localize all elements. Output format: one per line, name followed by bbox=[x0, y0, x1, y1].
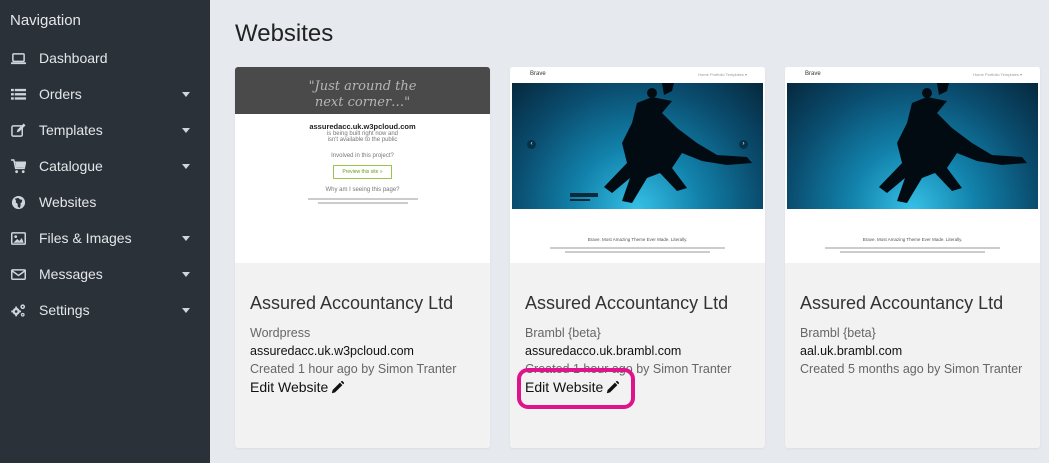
sidebar-item-label: Orders bbox=[39, 86, 82, 102]
sidebar-item-label: Websites bbox=[39, 194, 97, 210]
cart-icon bbox=[10, 158, 26, 174]
preview-nav: Home Portfolio Templates ▾ bbox=[973, 72, 1022, 77]
caret-down-icon bbox=[182, 164, 190, 169]
preview-header: Brave Home Portfolio Templates ▾ bbox=[785, 67, 1040, 83]
cogs-icon bbox=[10, 302, 26, 318]
preview-logo: Brave bbox=[530, 71, 546, 77]
sidebar: Navigation Dashboard Orders Templates Ca… bbox=[0, 0, 210, 463]
preview-text-placeholder bbox=[550, 245, 725, 255]
website-card: Brave Home Portfolio Templates ▾ Brave. … bbox=[785, 67, 1040, 448]
preview-hero-image: ‹ › bbox=[512, 83, 763, 209]
caret-down-icon bbox=[182, 236, 190, 241]
sidebar-item-websites[interactable]: Websites bbox=[0, 184, 210, 220]
caret-down-icon bbox=[182, 128, 190, 133]
nav-heading: Navigation bbox=[10, 12, 81, 29]
sidebar-item-catalogue[interactable]: Catalogue bbox=[0, 148, 210, 184]
sidebar-item-label: Templates bbox=[39, 122, 103, 138]
image-icon bbox=[10, 230, 26, 246]
chevron-right-icon: › bbox=[739, 140, 748, 149]
preview-quote-text: "Just around the next corner…" bbox=[308, 79, 417, 110]
sidebar-item-files-images[interactable]: Files & Images bbox=[0, 220, 210, 256]
edit-website-link[interactable]: Edit Website bbox=[525, 379, 620, 395]
sidebar-item-label: Messages bbox=[39, 266, 103, 282]
sidebar-item-templates[interactable]: Templates bbox=[0, 112, 210, 148]
preview-text-placeholder bbox=[307, 198, 418, 200]
sidebar-item-label: Dashboard bbox=[39, 50, 108, 66]
laptop-icon bbox=[10, 50, 26, 66]
caret-down-icon bbox=[182, 308, 190, 313]
website-platform: Brambl {beta} bbox=[525, 326, 601, 340]
website-card: Brave Home Portfolio Templates ▾ ‹ › Bra… bbox=[510, 67, 765, 448]
caret-down-icon bbox=[182, 272, 190, 277]
edit-website-label: Edit Website bbox=[250, 379, 329, 395]
main-content: Websites "Just around the next corner…" … bbox=[210, 0, 1049, 463]
website-preview[interactable]: "Just around the next corner…" assuredac… bbox=[235, 67, 490, 263]
website-domain: assuredacc.uk.w3pcloud.com bbox=[250, 344, 414, 358]
sidebar-item-settings[interactable]: Settings bbox=[0, 292, 210, 328]
preview-quote: "Just around the next corner…" bbox=[235, 67, 490, 114]
preview-line: isn't available to the public bbox=[327, 137, 398, 143]
website-name: Assured Accountancy Ltd bbox=[800, 293, 1004, 313]
website-created: Created 1 hour ago by Simon Tranter bbox=[250, 362, 457, 376]
preview-logo: Brave bbox=[805, 71, 821, 77]
preview-site-button: Preview this site » bbox=[333, 165, 392, 179]
edit-website-link[interactable]: Edit Website bbox=[250, 379, 345, 395]
preview-tagline: Brave. Most Amazing Theme Ever Made. Lit… bbox=[862, 237, 963, 242]
globe-icon bbox=[10, 194, 26, 210]
website-name: Assured Accountancy Ltd bbox=[525, 293, 729, 313]
website-created: Created 1 hour ago by Simon Tranter bbox=[525, 362, 732, 376]
website-card: "Just around the next corner…" assuredac… bbox=[235, 67, 490, 448]
preview-domain: assuredacc.uk.w3pcloud.com bbox=[309, 122, 416, 131]
sidebar-item-dashboard[interactable]: Dashboard bbox=[0, 40, 210, 76]
website-domain: assuredacco.uk.brambl.com bbox=[525, 344, 682, 358]
envelope-icon bbox=[10, 266, 26, 282]
website-platform: Wordpress bbox=[250, 326, 311, 340]
preview-text-placeholder bbox=[317, 202, 408, 204]
sidebar-item-label: Settings bbox=[39, 302, 90, 318]
preview-why: Why am I seeing this page? bbox=[325, 187, 400, 193]
website-created: Created 5 months ago by Simon Tranter bbox=[800, 362, 1023, 376]
caret-down-icon bbox=[182, 92, 190, 97]
preview-hero-image bbox=[787, 83, 1038, 209]
website-platform: Brambl {beta} bbox=[800, 326, 876, 340]
website-preview[interactable]: Brave Home Portfolio Templates ▾ Brave. … bbox=[785, 67, 1040, 263]
preview-tagline: Brave. Most Amazing Theme Ever Made. Lit… bbox=[587, 237, 688, 242]
preview-header: Brave Home Portfolio Templates ▾ bbox=[510, 67, 765, 83]
preview-body: assuredacc.uk.w3pcloud.com is being buil… bbox=[235, 114, 490, 204]
website-preview[interactable]: Brave Home Portfolio Templates ▾ ‹ › Bra… bbox=[510, 67, 765, 263]
preview-nav: Home Portfolio Templates ▾ bbox=[698, 72, 747, 77]
edit-website-label: Edit Website bbox=[525, 379, 604, 395]
website-name: Assured Accountancy Ltd bbox=[250, 293, 454, 313]
sidebar-item-label: Catalogue bbox=[39, 158, 103, 174]
pencil-icon bbox=[607, 380, 620, 393]
edit-icon bbox=[10, 122, 26, 138]
website-domain: aal.uk.brambl.com bbox=[800, 344, 903, 358]
diver-silhouette-icon bbox=[570, 83, 752, 203]
sidebar-item-messages[interactable]: Messages bbox=[0, 256, 210, 292]
chevron-left-icon: ‹ bbox=[527, 140, 536, 149]
list-icon bbox=[10, 86, 26, 102]
page-title: Websites bbox=[235, 20, 334, 47]
preview-involved: Involved in this project? bbox=[331, 153, 394, 159]
pencil-icon bbox=[332, 380, 345, 393]
sidebar-item-label: Files & Images bbox=[39, 230, 132, 246]
diver-silhouette-icon bbox=[879, 83, 1027, 203]
sidebar-item-orders[interactable]: Orders bbox=[0, 76, 210, 112]
preview-text-placeholder bbox=[825, 245, 1000, 255]
